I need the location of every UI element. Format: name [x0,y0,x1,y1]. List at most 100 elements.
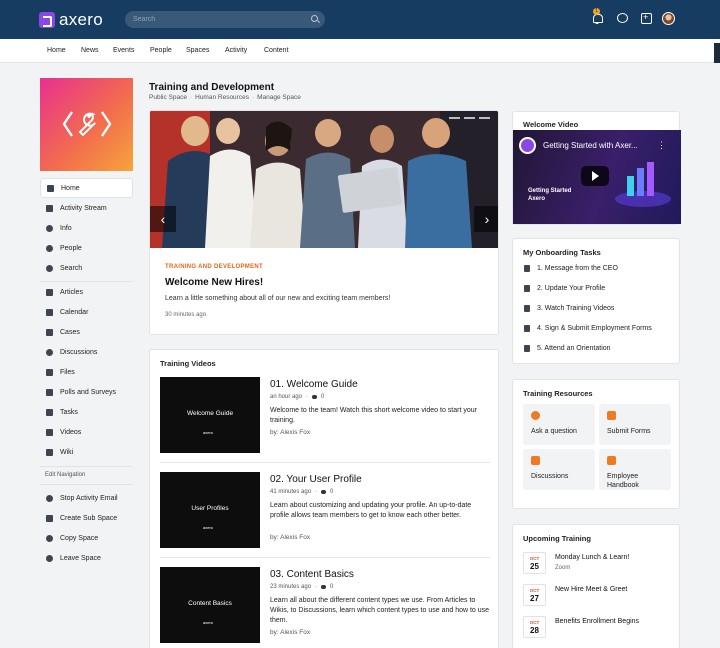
sidebar-item-activity-stream[interactable]: Activity Stream [40,198,133,218]
comment-count: 0 [321,394,325,400]
list-item[interactable]: Welcome Guide axero 01. Welcome Guide an… [160,377,490,457]
article-title[interactable]: Welcome New Hires! [165,277,263,288]
sidebar-item-label: Activity Stream [60,204,107,212]
video-thumbnail[interactable]: User Profiles axero [160,472,260,548]
sidebar-item-tasks[interactable]: Tasks [40,402,133,422]
thumbnail-brand: axero [203,620,214,625]
ask-question-tile[interactable]: Ask a question [523,404,595,445]
sidebar-item-cases[interactable]: Cases [40,322,133,342]
nav-activity[interactable]: Activity [225,47,247,54]
article-timestamp: 30 minutes ago [165,312,207,318]
document-icon [524,325,530,332]
list-item[interactable]: Content Basics axero 03. Content Basics … [160,567,490,647]
search-input[interactable]: Search [125,11,325,28]
task-label: 1. Message from the CEO [537,265,618,272]
create-sub-space-action[interactable]: Create Sub Space [40,508,133,528]
article-category[interactable]: TRAINING AND DEVELOPMENT [165,264,263,270]
leave-icon [46,554,53,562]
video-player-title[interactable]: Getting Started with Axer... [543,141,638,150]
axero-logo-icon [39,11,55,28]
document-icon [524,345,530,352]
task-item[interactable]: 1. Message from the CEO [524,265,618,272]
add-icon[interactable] [640,12,652,24]
breadcrumb-manage-space[interactable]: Manage Space [257,94,301,101]
folder-icon [46,368,53,376]
task-label: 3. Watch Training Videos [537,305,615,312]
resources-heading: Training Resources [523,389,593,398]
axero-logo[interactable]: axero [39,10,103,29]
video-title[interactable]: 01. Welcome Guide [270,379,358,390]
event-title[interactable]: New Hire Meet & Greet [555,586,627,593]
task-item[interactable]: 5. Attend an Orientation [524,345,611,352]
info-icon [46,224,53,232]
comment-count: 0 [330,584,334,590]
edit-navigation-heading[interactable]: Edit Navigation [45,472,85,478]
sidebar-item-people[interactable]: People [40,238,133,258]
sidebar-item-videos[interactable]: Videos [40,422,133,442]
document-icon [524,305,530,312]
submit-forms-tile[interactable]: Submit Forms [599,404,671,445]
list-item[interactable]: User Profiles axero 02. Your User Profil… [160,472,490,552]
sidebar-action-label: Create Sub Space [60,514,118,522]
video-author[interactable]: by: Alexis Fox [270,629,310,636]
play-button[interactable] [581,166,609,186]
video-title[interactable]: 02. Your User Profile [270,474,362,485]
task-item[interactable]: 2. Update Your Profile [524,285,605,292]
event-item[interactable]: OCT 28 Benefits Enrollment Begins [523,616,673,640]
stop-activity-email-action[interactable]: Stop Activity Email [40,488,133,508]
more-options-icon[interactable]: ⋮ [657,140,666,151]
breadcrumb-public-space[interactable]: Public Space [149,94,187,101]
nav-spaces[interactable]: Spaces [186,47,209,54]
employee-handbook-tile[interactable]: Employee Handbook [599,449,671,490]
sidebar-item-info[interactable]: Info [40,218,133,238]
task-item[interactable]: 4. Sign & Submit Employment Forms [524,325,652,332]
nav-home[interactable]: Home [47,47,66,54]
discussions-tile[interactable]: Discussions [523,449,595,490]
video-author[interactable]: by: Alexis Fox [270,534,310,541]
sidebar-item-calendar[interactable]: Calendar [40,302,133,322]
video-time: 41 minutes ago [270,489,312,495]
sidebar-item-search[interactable]: Search [40,258,133,278]
sidebar-item-articles[interactable]: Articles [40,282,133,302]
breadcrumb-human-resources[interactable]: Human Resources [195,94,249,101]
sidebar-item-discussions[interactable]: Discussions [40,342,133,362]
video-description: Learn about customizing and updating you… [270,502,472,519]
event-title[interactable]: Monday Lunch & Learn! [555,554,629,561]
video-thumbnail[interactable]: Content Basics axero [160,567,260,643]
event-item[interactable]: OCT 25 Monday Lunch & Learn! Zoom [523,552,673,576]
nav-edge-bar [714,43,720,63]
sidebar-item-wiki[interactable]: Wiki [40,442,133,462]
video-title[interactable]: 03. Content Basics [270,569,354,580]
video-author[interactable]: by: Alexis Fox [270,429,310,436]
carousel-indicators[interactable] [449,117,490,119]
video-thumbnail[interactable]: Welcome Guide axero [160,377,260,453]
sidebar-item-files[interactable]: Files [40,362,133,382]
nav-content[interactable]: Content [264,47,289,54]
search-placeholder: Search [133,16,156,23]
carousel-prev-icon[interactable]: ‹ [150,206,176,232]
copy-space-action[interactable]: Copy Space [40,528,133,548]
tile-label: Discussions [531,473,569,480]
video-time: an hour ago [270,394,303,400]
carousel-next-icon[interactable]: › [474,206,498,232]
nav-events[interactable]: Events [113,47,134,54]
nav-news[interactable]: News [81,47,99,54]
thumbnail-brand: axero [203,430,214,435]
search-icon[interactable] [311,15,318,22]
event-item[interactable]: OCT 27 New Hire Meet & Greet [523,584,673,608]
chat-icon[interactable] [616,12,628,24]
leave-space-action[interactable]: Leave Space [40,548,133,568]
discussion-icon [46,348,53,356]
featured-article-card[interactable]: ‹ › TRAINING AND DEVELOPMENT Welcome New… [149,110,499,335]
task-label: 4. Sign & Submit Employment Forms [537,325,652,332]
avatar[interactable] [662,12,675,25]
event-title[interactable]: Benefits Enrollment Begins [555,618,639,625]
video-player[interactable]: Getting Started with Axer... ⋮ Getting S… [513,130,681,224]
nav-people[interactable]: People [150,47,172,54]
task-item[interactable]: 3. Watch Training Videos [524,305,614,312]
space-logo [40,78,133,171]
team-photo [150,111,498,248]
list-icon [46,204,53,212]
sidebar-item-polls[interactable]: Polls and Surveys [40,382,133,402]
sidebar-item-home[interactable]: Home [40,178,133,198]
